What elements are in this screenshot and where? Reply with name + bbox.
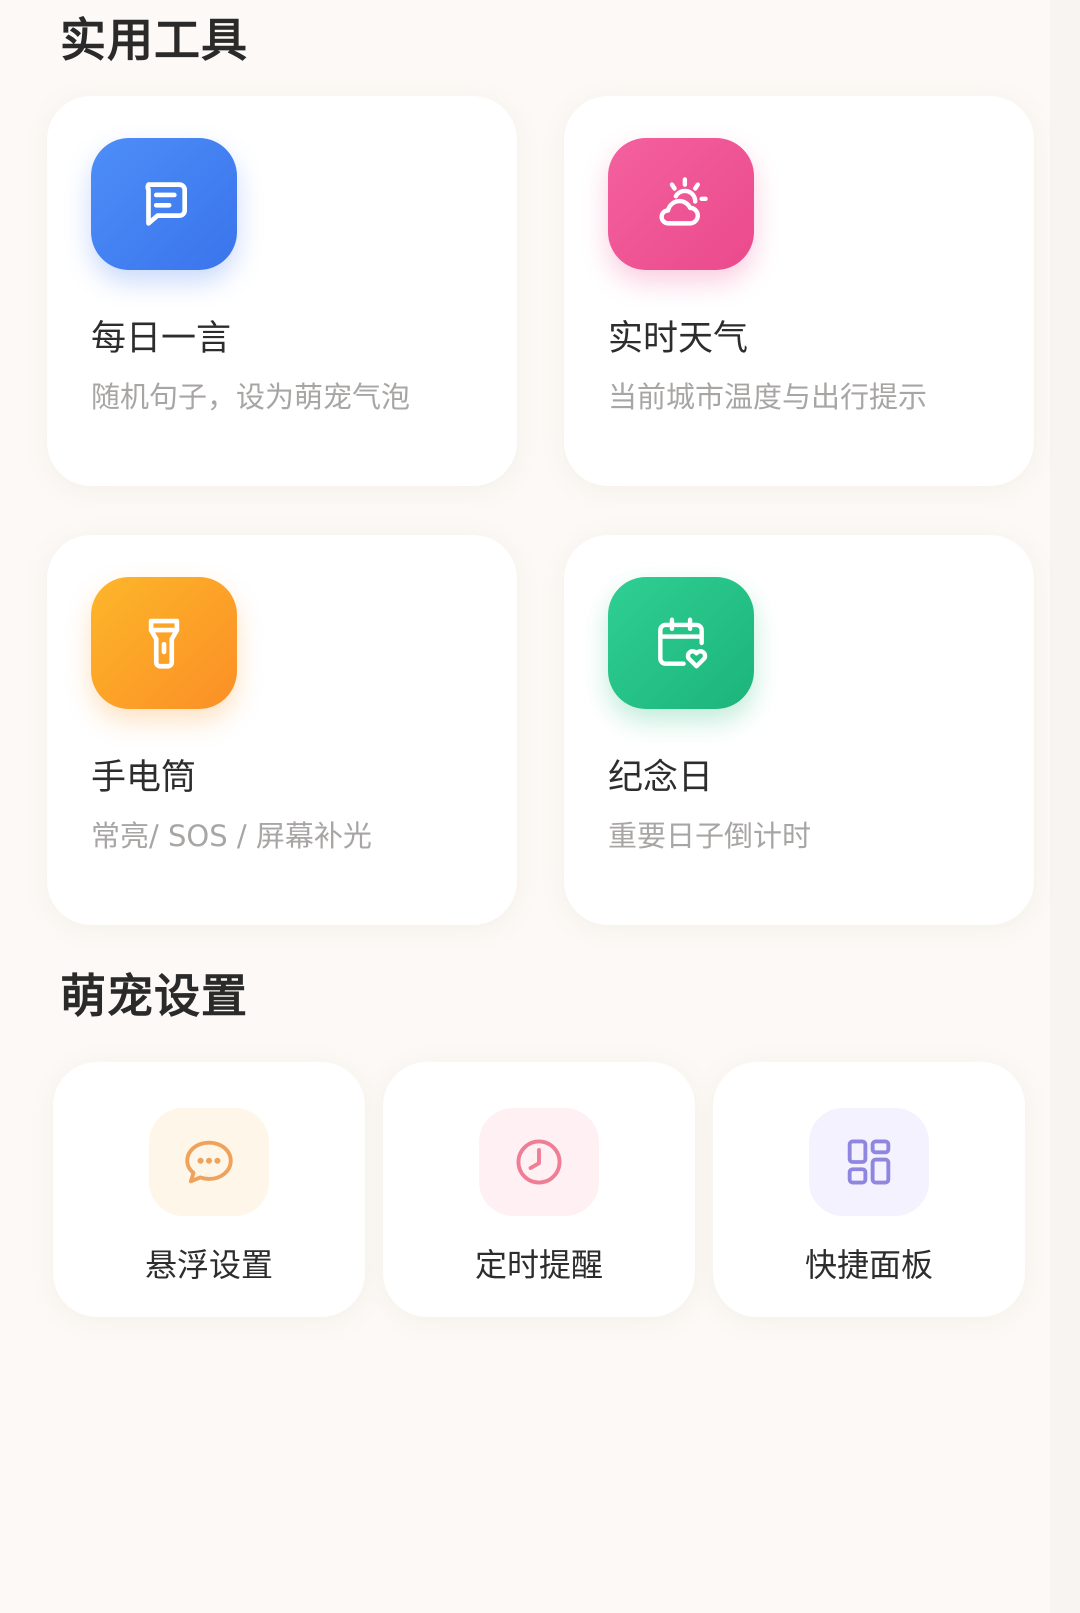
tool-description: 随机句子，设为萌宠气泡 xyxy=(91,380,411,414)
settings-card-floating[interactable]: 悬浮设置 xyxy=(53,1062,365,1317)
settings-card-timer-reminder[interactable]: 定时提醒 xyxy=(383,1062,695,1317)
tool-title: 手电筒 xyxy=(91,758,197,798)
grid-panel-icon xyxy=(809,1108,929,1216)
chat-bubble-icon xyxy=(149,1108,269,1216)
screen-edge xyxy=(1050,0,1080,1613)
tool-description: 当前城市温度与出行提示 xyxy=(608,380,928,414)
tool-title: 纪念日 xyxy=(608,758,714,798)
tool-description: 常亮/ SOS / 屏幕补光 xyxy=(91,819,372,853)
tool-description: 重要日子倒计时 xyxy=(608,819,812,853)
settings-card-quick-panel[interactable]: 快捷面板 xyxy=(713,1062,1025,1317)
tool-card-flashlight[interactable]: 手电筒 常亮/ SOS / 屏幕补光 xyxy=(47,535,517,925)
section-title-pet-settings: 萌宠设置 xyxy=(60,969,248,1023)
calendar-heart-icon xyxy=(608,577,754,709)
section-title-tools: 实用工具 xyxy=(60,13,248,67)
tool-title: 每日一言 xyxy=(91,319,232,359)
tool-card-daily-quote[interactable]: 每日一言 随机句子，设为萌宠气泡 xyxy=(47,96,517,486)
tool-title: 实时天气 xyxy=(608,319,749,359)
settings-label: 悬浮设置 xyxy=(144,1246,273,1284)
tool-card-weather[interactable]: 实时天气 当前城市温度与出行提示 xyxy=(564,96,1034,486)
clock-icon xyxy=(479,1108,599,1216)
flashlight-icon xyxy=(91,577,237,709)
settings-label: 定时提醒 xyxy=(474,1246,603,1284)
sun-cloud-icon xyxy=(608,138,754,270)
tool-card-anniversary[interactable]: 纪念日 重要日子倒计时 xyxy=(564,535,1034,925)
message-lines-icon xyxy=(91,138,237,270)
settings-label: 快捷面板 xyxy=(804,1246,933,1284)
